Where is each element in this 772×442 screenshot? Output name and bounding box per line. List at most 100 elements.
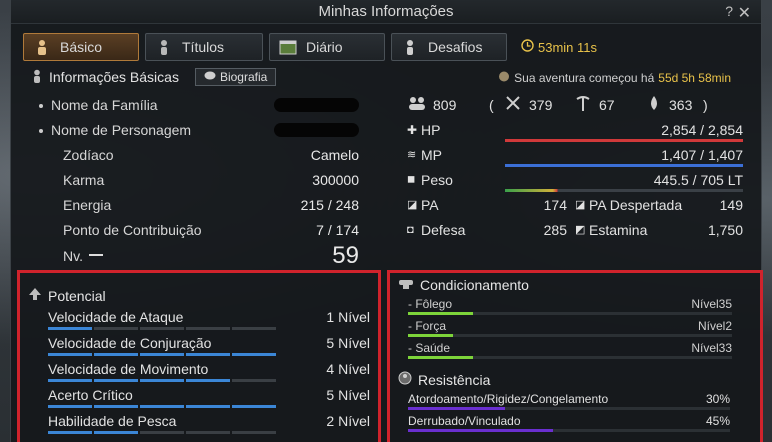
- conditioning-label: - Fôlego: [408, 297, 453, 311]
- person-icon: [32, 37, 52, 57]
- paren-close: ): [703, 96, 708, 113]
- potential-level-segment: [232, 353, 276, 356]
- potential-level-segment: [232, 431, 276, 434]
- potential-label: Velocidade de Ataque: [48, 309, 184, 325]
- tab-diario[interactable]: Diário: [269, 33, 385, 61]
- close-button[interactable]: ✕: [738, 3, 751, 23]
- potential-level-segment: [140, 353, 184, 356]
- awakening-ap-icon: ◪: [575, 199, 586, 211]
- resistance-row: Atordoamento/Rigidez/Congelamento 30%: [390, 390, 760, 412]
- conditioning-header: Condicionamento: [390, 273, 760, 293]
- zodiac-label: Zodíaco: [63, 146, 114, 163]
- weight-row: ◼ Peso 445.5 / 705 LT: [407, 167, 743, 192]
- conditioning-row: - Fôlego Nível35: [390, 295, 760, 317]
- weight-icon: ◼: [407, 174, 416, 185]
- energy-row: Energia 215 / 248: [39, 192, 359, 217]
- potential-row: Habilidade de Coleta2 Nível: [20, 436, 378, 442]
- resistance-bar-fill: [408, 407, 505, 410]
- potential-header: Potencial: [20, 273, 378, 304]
- level-progress-bar: [89, 254, 103, 256]
- weight-value: 445.5 / 705 LT: [653, 171, 743, 188]
- resistance-header: Resistência: [390, 361, 760, 388]
- hp-value: 2,854 / 2,854: [661, 121, 743, 138]
- stamina-icon: ◩: [575, 224, 586, 236]
- swords-icon: [505, 95, 521, 114]
- bullet: [39, 128, 43, 133]
- potential-row: Velocidade de Conjuração 5 Nível: [20, 332, 378, 358]
- paren-open: (: [489, 96, 494, 113]
- conditioning-list: - Fôlego Nível35 - Força Nível2 - Saúde Nível…: [390, 295, 760, 361]
- character-name-row: Nome de Personagem: [39, 117, 359, 142]
- redacted-family-name: [274, 97, 359, 112]
- conditioning-bar-fill: [408, 334, 454, 337]
- conditioning-value: Nível2: [697, 319, 732, 333]
- conditioning-label: - Força: [408, 319, 447, 333]
- tab-titulos[interactable]: Títulos: [145, 33, 263, 61]
- help-button[interactable]: ?: [725, 3, 733, 19]
- adventure-duration: Sua aventura começou há 55d 5h 58min: [498, 70, 731, 85]
- stamina-label: Estamina: [589, 221, 648, 238]
- challenge-figure-icon: [400, 37, 420, 57]
- ap-icon: ◪: [407, 199, 418, 211]
- potential-value: 1 Nível: [326, 309, 370, 325]
- potential-level-segment: [48, 379, 92, 382]
- potential-level-segment: [140, 327, 184, 330]
- family-name-label: Nome da Família: [51, 96, 158, 113]
- resistance-title: Resistência: [418, 371, 491, 388]
- awakening-ap-value: 149: [719, 196, 743, 213]
- conditioning-value: Nível35: [691, 297, 732, 311]
- character-info: Nome da Família Nome de Personagem Zodía…: [39, 92, 359, 270]
- character-name-label: Nome de Personagem: [51, 121, 192, 138]
- potential-row: Velocidade de Ataque 1 Nível: [20, 306, 378, 332]
- conditioning-bar-fill: [408, 312, 473, 315]
- potential-level-segment: [94, 431, 138, 434]
- contribution-value: 7 / 174: [316, 221, 359, 238]
- resistance-bar: [408, 407, 730, 410]
- shield-icon: ◘: [407, 223, 414, 236]
- person-small-icon: [31, 69, 43, 86]
- potential-level-segment: [94, 327, 138, 330]
- conditioning-bar: [408, 312, 732, 315]
- potential-level-segment: [186, 353, 230, 356]
- mp-label: MP: [421, 146, 442, 163]
- clock-icon: [521, 39, 534, 55]
- stamina-value: 1,750: [707, 221, 743, 238]
- potential-list: Velocidade de Ataque 1 Nível Velocidade de…: [20, 306, 378, 442]
- potential-level-segment: [48, 327, 92, 330]
- speech-bubble-icon: [204, 70, 216, 84]
- potential-level-segment: [140, 379, 184, 382]
- mp-row: ≋ MP 1,407 / 1,407: [407, 142, 743, 167]
- tab-label: Desafios: [428, 39, 483, 55]
- zodiac-row: Zodíaco Camelo: [39, 142, 359, 167]
- potential-level-segment: [48, 431, 92, 434]
- tab-basico[interactable]: Básico: [23, 33, 139, 61]
- potential-level-segment: [232, 327, 276, 330]
- tab-desafios[interactable]: Desafios: [391, 33, 507, 61]
- resistance-bar: [408, 429, 730, 432]
- drop-icon: [647, 95, 661, 114]
- stats-info: 809 ( 379 67 363 ) ✚ HP 2,854 / 2,854 ≋ …: [407, 92, 743, 242]
- contribution-row: Ponto de Contribuição 7 / 174: [39, 217, 359, 242]
- ap-label: PA: [421, 196, 439, 213]
- mp-icon: ≋: [407, 149, 417, 161]
- potential-level-segment: [232, 405, 276, 408]
- biography-button[interactable]: Biografia: [194, 68, 277, 86]
- potential-level-bar: [48, 327, 276, 330]
- potential-level-segment: [186, 327, 230, 330]
- potential-value: 5 Nível: [326, 335, 370, 351]
- resistance-label: Derrubado/Vinculado: [408, 414, 521, 428]
- title-bar[interactable]: Minhas Informações ? ✕: [11, 0, 761, 24]
- energy-value: 215 / 248: [300, 196, 359, 213]
- level-label: Nv.: [63, 248, 83, 264]
- calendar-icon: [278, 37, 298, 57]
- adventure-value: 55d 5h 58min: [658, 70, 731, 85]
- potential-level-segment: [186, 379, 230, 382]
- tab-label: Diário: [306, 39, 343, 55]
- tab-bar: Básico Títulos Diário Desafios 53min 11s: [23, 33, 597, 61]
- weight-label: Peso: [421, 171, 453, 188]
- conditioning-value: Nível33: [691, 341, 732, 355]
- resistance-figure-icon: [398, 371, 412, 388]
- defense-row: ◘ Defesa 285 ◩ Estamina 1,750: [407, 217, 743, 242]
- timer-value: 53min 11s: [538, 39, 598, 55]
- karma-label: Karma: [63, 171, 105, 188]
